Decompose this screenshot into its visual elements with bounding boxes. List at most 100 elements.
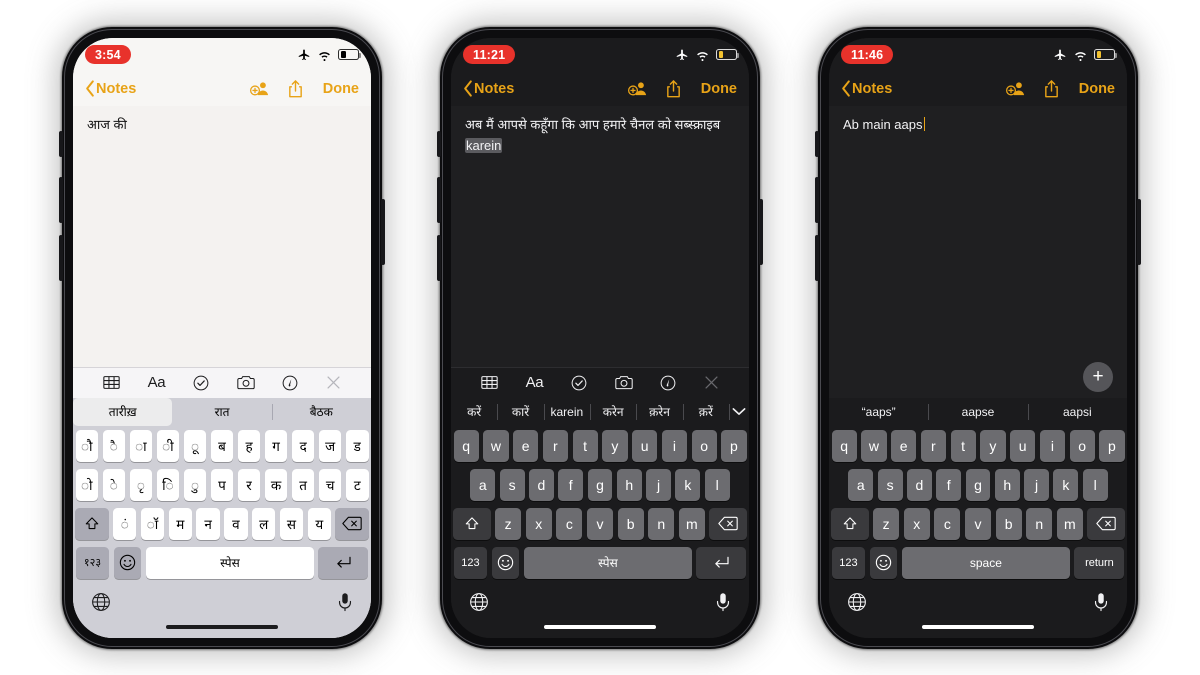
close-button[interactable] [704, 375, 719, 390]
globe-key[interactable] [847, 592, 867, 612]
prediction-item[interactable]: तारीख़ [73, 397, 173, 426]
key-z[interactable]: z [495, 507, 522, 540]
key-ॉ[interactable]: ॉ [140, 507, 165, 540]
volume-up-button[interactable] [437, 176, 441, 223]
key-ब[interactable]: ब [210, 429, 234, 462]
key-ड[interactable]: ड [345, 429, 369, 462]
key-c[interactable]: c [556, 507, 583, 540]
note-editor[interactable]: आज की [73, 105, 371, 367]
globe-key[interactable] [91, 592, 111, 612]
numeric-key[interactable]: 123 [831, 546, 866, 579]
key-d[interactable]: d [907, 468, 932, 501]
volume-down-button[interactable] [815, 234, 819, 281]
prediction-item[interactable]: aapse [928, 398, 1027, 426]
mute-switch[interactable] [815, 130, 819, 157]
delete-key[interactable] [335, 507, 369, 540]
key-i[interactable]: i [1039, 429, 1065, 462]
collaborate-button[interactable] [1005, 80, 1027, 97]
share-button[interactable] [665, 79, 682, 99]
markup-pen-button[interactable] [282, 375, 298, 391]
volume-up-button[interactable] [815, 176, 819, 223]
prediction-item[interactable]: कारें [497, 398, 543, 426]
prediction-item[interactable]: क़रेन [636, 398, 682, 426]
back-to-notes-button[interactable]: Notes [85, 80, 136, 97]
key-o[interactable]: o [691, 429, 717, 462]
key-r[interactable]: r [920, 429, 946, 462]
prediction-item[interactable]: “aaps” [829, 398, 928, 426]
home-indicator[interactable] [922, 624, 1034, 629]
key-ि[interactable]: ि [156, 468, 180, 501]
key-s[interactable]: s [877, 468, 903, 501]
mute-switch[interactable] [437, 130, 441, 157]
add-attachment-button[interactable]: + [1083, 361, 1113, 392]
key-e[interactable]: e [891, 429, 917, 462]
key-ग[interactable]: ग [264, 429, 288, 462]
key-w[interactable]: w [861, 429, 887, 462]
home-indicator[interactable] [544, 624, 656, 629]
key-f[interactable]: f [558, 468, 584, 501]
key-म[interactable]: म [168, 507, 192, 540]
return-key[interactable] [696, 546, 747, 579]
key-q[interactable]: q [831, 429, 857, 462]
key-g[interactable]: g [965, 468, 991, 501]
share-button[interactable] [1043, 79, 1060, 99]
prediction-item[interactable]: aapsi [1027, 398, 1127, 426]
done-button[interactable]: Done [1079, 81, 1115, 97]
emoji-key[interactable] [869, 546, 898, 579]
shift-key[interactable] [831, 507, 869, 540]
key-s[interactable]: s [499, 468, 525, 501]
key-r[interactable]: r [542, 429, 568, 462]
camera-button[interactable] [614, 375, 633, 390]
key-ू[interactable]: ू [183, 429, 207, 462]
key-h[interactable]: h [994, 468, 1020, 501]
key-ट[interactable]: ट [345, 468, 369, 501]
key-ं[interactable]: ं [113, 507, 137, 540]
key-k[interactable]: k [1053, 468, 1079, 501]
format-aa-button[interactable]: Aa [148, 374, 166, 391]
collaborate-button[interactable] [627, 80, 649, 97]
key-g[interactable]: g [587, 468, 613, 501]
key-p[interactable]: p [1099, 429, 1125, 462]
prediction-item[interactable]: karein [543, 398, 590, 426]
key-त[interactable]: त [291, 468, 315, 501]
dictation-key[interactable] [715, 592, 731, 612]
key-j[interactable]: j [1024, 468, 1049, 501]
key-र[interactable]: र [237, 468, 261, 501]
format-aa-button[interactable]: Aa [526, 374, 544, 391]
emoji-key[interactable] [491, 546, 520, 579]
return-key[interactable] [318, 546, 369, 579]
key-f[interactable]: f [936, 468, 962, 501]
return-key[interactable]: return [1074, 546, 1125, 579]
key-प[interactable]: प [210, 468, 234, 501]
key-ौ[interactable]: ौ [75, 429, 99, 462]
key-a[interactable]: a [848, 468, 874, 501]
key-k[interactable]: k [675, 468, 701, 501]
key-ज[interactable]: ज [318, 429, 342, 462]
key-न[interactable]: न [196, 507, 220, 540]
key-स[interactable]: स [279, 507, 304, 540]
emoji-key[interactable] [113, 546, 142, 579]
key-ै[interactable]: ै [102, 429, 126, 462]
key-b[interactable]: b [617, 507, 644, 540]
share-button[interactable] [287, 79, 304, 99]
delete-key[interactable] [709, 507, 747, 540]
back-to-notes-button[interactable]: Notes [463, 80, 514, 97]
numeric-key[interactable]: 123 [453, 546, 488, 579]
volume-down-button[interactable] [59, 234, 63, 281]
key-a[interactable]: a [470, 468, 496, 501]
key-y[interactable]: y [602, 429, 628, 462]
table-button[interactable] [103, 375, 120, 390]
key-w[interactable]: w [483, 429, 509, 462]
key-य[interactable]: य [307, 507, 331, 540]
key-क[interactable]: क [264, 468, 288, 501]
key-च[interactable]: च [318, 468, 342, 501]
power-button[interactable] [759, 198, 763, 265]
key-b[interactable]: b [995, 507, 1022, 540]
key-h[interactable]: h [616, 468, 642, 501]
close-button[interactable] [326, 375, 341, 390]
key-ा[interactable]: ा [129, 429, 153, 462]
space-key[interactable]: स्पेस [145, 546, 314, 579]
key-u[interactable]: u [632, 429, 658, 462]
key-ह[interactable]: ह [237, 429, 261, 462]
table-button[interactable] [481, 375, 498, 390]
